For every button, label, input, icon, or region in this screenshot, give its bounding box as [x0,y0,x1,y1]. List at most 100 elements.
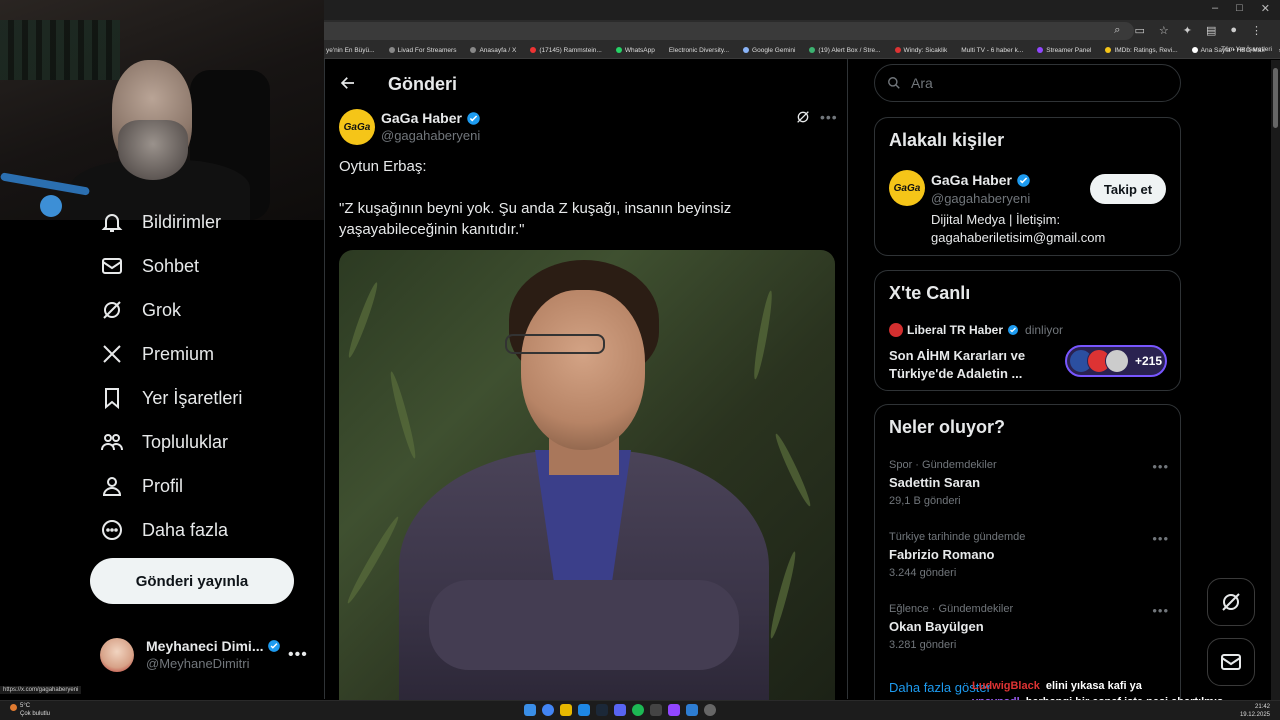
bookmark-item[interactable]: Anasayfa / X [470,47,516,54]
post-button[interactable]: Gönderi yayınla [90,558,294,604]
profile-icon[interactable]: ● [1230,24,1237,37]
nav-item-label: Profil [142,475,184,496]
bookmark-item[interactable]: Windy: Sicaklik [894,47,947,54]
trend-item[interactable]: Eğlence · Gündemdekiler Okan Bayülgen 3.… [889,603,1169,651]
avatar[interactable]: GaGa [889,170,925,206]
bookmark-item[interactable]: Electronic Diversity... [669,47,729,54]
avatar[interactable]: GaGa [339,109,375,145]
related-handle[interactable]: @gagahaberyeni [931,191,1030,206]
more-icon[interactable]: ••• [288,646,308,664]
close-icon[interactable]: ✕ [1261,2,1270,15]
bookmark-item[interactable]: Streamer Panel [1037,47,1091,54]
bookmark-item[interactable]: Livad For Streamers [388,47,456,54]
discord-icon[interactable] [614,704,626,716]
whatsapp-icon [615,47,622,53]
nav-item-grok[interactable]: Grok [100,298,181,322]
nav-item-label: Grok [142,299,182,320]
bookmark-item[interactable]: ye'nin En Büyü... [326,47,375,54]
nav-item-notifications[interactable]: Bildirimler [100,210,221,234]
page-title: Gönderi [388,74,458,94]
nav-item-more[interactable]: Daha fazla [100,518,228,542]
grok-icon[interactable] [795,109,811,130]
more-icon[interactable]: ••• [820,109,838,125]
steam-icon[interactable] [596,704,608,716]
live-space-title: Son AİHM Kararları ve Türkiye'de Adaleti… [889,348,1026,381]
search-input[interactable]: Ara [874,64,1181,102]
trend-name: Fabrizio Romano [889,547,995,562]
nav-item-label: Premium [142,343,215,364]
related-people-card: Alakalı kişiler GaGa GaGa Haber @gagahab… [874,117,1181,256]
taskbar-clock[interactable]: 21:42 19.12.2025 [1240,703,1270,719]
tweet-image[interactable] [339,250,835,700]
nav-item-premium[interactable]: Premium [100,342,214,366]
grok-fab[interactable] [1207,578,1255,626]
bookmark-item[interactable]: (17145) Rammstein... [530,47,602,54]
messages-fab[interactable] [1207,638,1255,686]
star-icon[interactable]: ☆ [1159,24,1169,37]
card-title: Neler oluyor? [889,417,1006,437]
related-name[interactable]: GaGa Haber [931,172,1031,188]
menu-icon[interactable]: ⋮ [1251,24,1262,37]
image-leaf [345,281,381,359]
nav-item-profile[interactable]: Profil [100,474,183,498]
live-card[interactable]: X'te Canlı Liberal TR Haber dinliyor Son… [874,270,1181,391]
chat-username: LudwigBlack [972,680,1040,692]
nav-item-label: Yer İşaretleri [142,387,243,408]
bookmark-item[interactable]: (19) Alert Box / Stre... [809,47,881,54]
weather-widget[interactable]: 5°C Çok bulutlu [10,702,50,718]
search-placeholder: Ara [911,75,933,91]
card-title: X'te Canlı [889,283,971,303]
extensions-icon[interactable]: ✦ [1183,24,1192,37]
toolbar-icons: ⌕ ▭ ☆ ✦ ▤ ● ⋮ [1114,24,1262,37]
bell-icon [101,214,123,232]
webcam-background [0,20,120,80]
spotify-icon[interactable] [632,704,644,716]
cast-icon[interactable]: ▭ [1134,24,1144,37]
chrome-icon[interactable] [542,704,554,716]
follow-button[interactable]: Takip et [1090,174,1166,204]
app-icon[interactable] [578,704,590,716]
search-icon [888,77,900,89]
obs-icon[interactable] [704,704,716,716]
scrollbar[interactable] [1271,60,1280,700]
more-icon[interactable]: ••• [1152,459,1169,474]
image-leaf [751,289,775,381]
all-bookmarks[interactable]: Tüm Yer İşaretleri [1221,46,1272,53]
address-bar[interactable] [324,22,1134,40]
mail-icon [102,258,122,274]
back-arrow-icon[interactable] [339,74,357,92]
live-listeners-pill[interactable]: +215 [1065,345,1167,377]
scrollbar-thumb[interactable] [1273,68,1278,128]
nav-item-communities[interactable]: Topluluklar [100,430,228,454]
browser-titlebar: – □ ✕ [324,0,1280,20]
account-switcher[interactable]: Meyhaneci Dimi... @MeyhaneDimitri ••• [100,634,320,674]
minimize-icon[interactable]: – [1212,2,1218,15]
file-explorer-icon[interactable] [560,704,572,716]
more-icon[interactable]: ••• [1152,531,1169,546]
more-icon[interactable]: ••• [1152,603,1169,618]
author-handle[interactable]: @gagahaberyeni [381,128,480,143]
nav-item-label: Bildirimler [142,211,222,232]
trend-count: 3.281 gönderi [889,639,957,651]
trend-item[interactable]: Türkiye tarihinde gündemde Fabrizio Roma… [889,531,1169,579]
maximize-icon[interactable]: □ [1236,2,1243,15]
zoom-icon[interactable]: ⌕ [1114,24,1120,37]
clock-date: 19.12.2025 [1239,712,1270,718]
bookmark-item[interactable]: Multi TV - 6 haber k... [961,47,1023,54]
twitch-icon[interactable] [668,704,680,716]
trend-item[interactable]: Spor · Gündemdekiler Sadettin Saran 29,1… [889,459,1169,507]
nav-item-bookmarks[interactable]: Yer İşaretleri [100,386,242,410]
nav-item-chat[interactable]: Sohbet [100,254,199,278]
listener-avatar [1105,349,1129,373]
image-leaf [772,432,814,508]
image-leaf [767,550,799,640]
sidebar-icon[interactable]: ▤ [1206,24,1216,37]
windows-start-icon[interactable] [524,704,536,716]
app-icon[interactable] [686,704,698,716]
bookmark-item[interactable]: WhatsApp [615,47,655,54]
bookmark-item[interactable]: IMDb: Ratings, Revi... [1105,47,1178,54]
bookmark-item[interactable]: Google Gemini [743,47,795,54]
app-icon[interactable] [650,704,662,716]
left-navigation: Bildirimler Sohbet Grok Premium Yer İşar… [0,200,324,700]
author-name[interactable]: GaGa Haber [381,110,481,126]
